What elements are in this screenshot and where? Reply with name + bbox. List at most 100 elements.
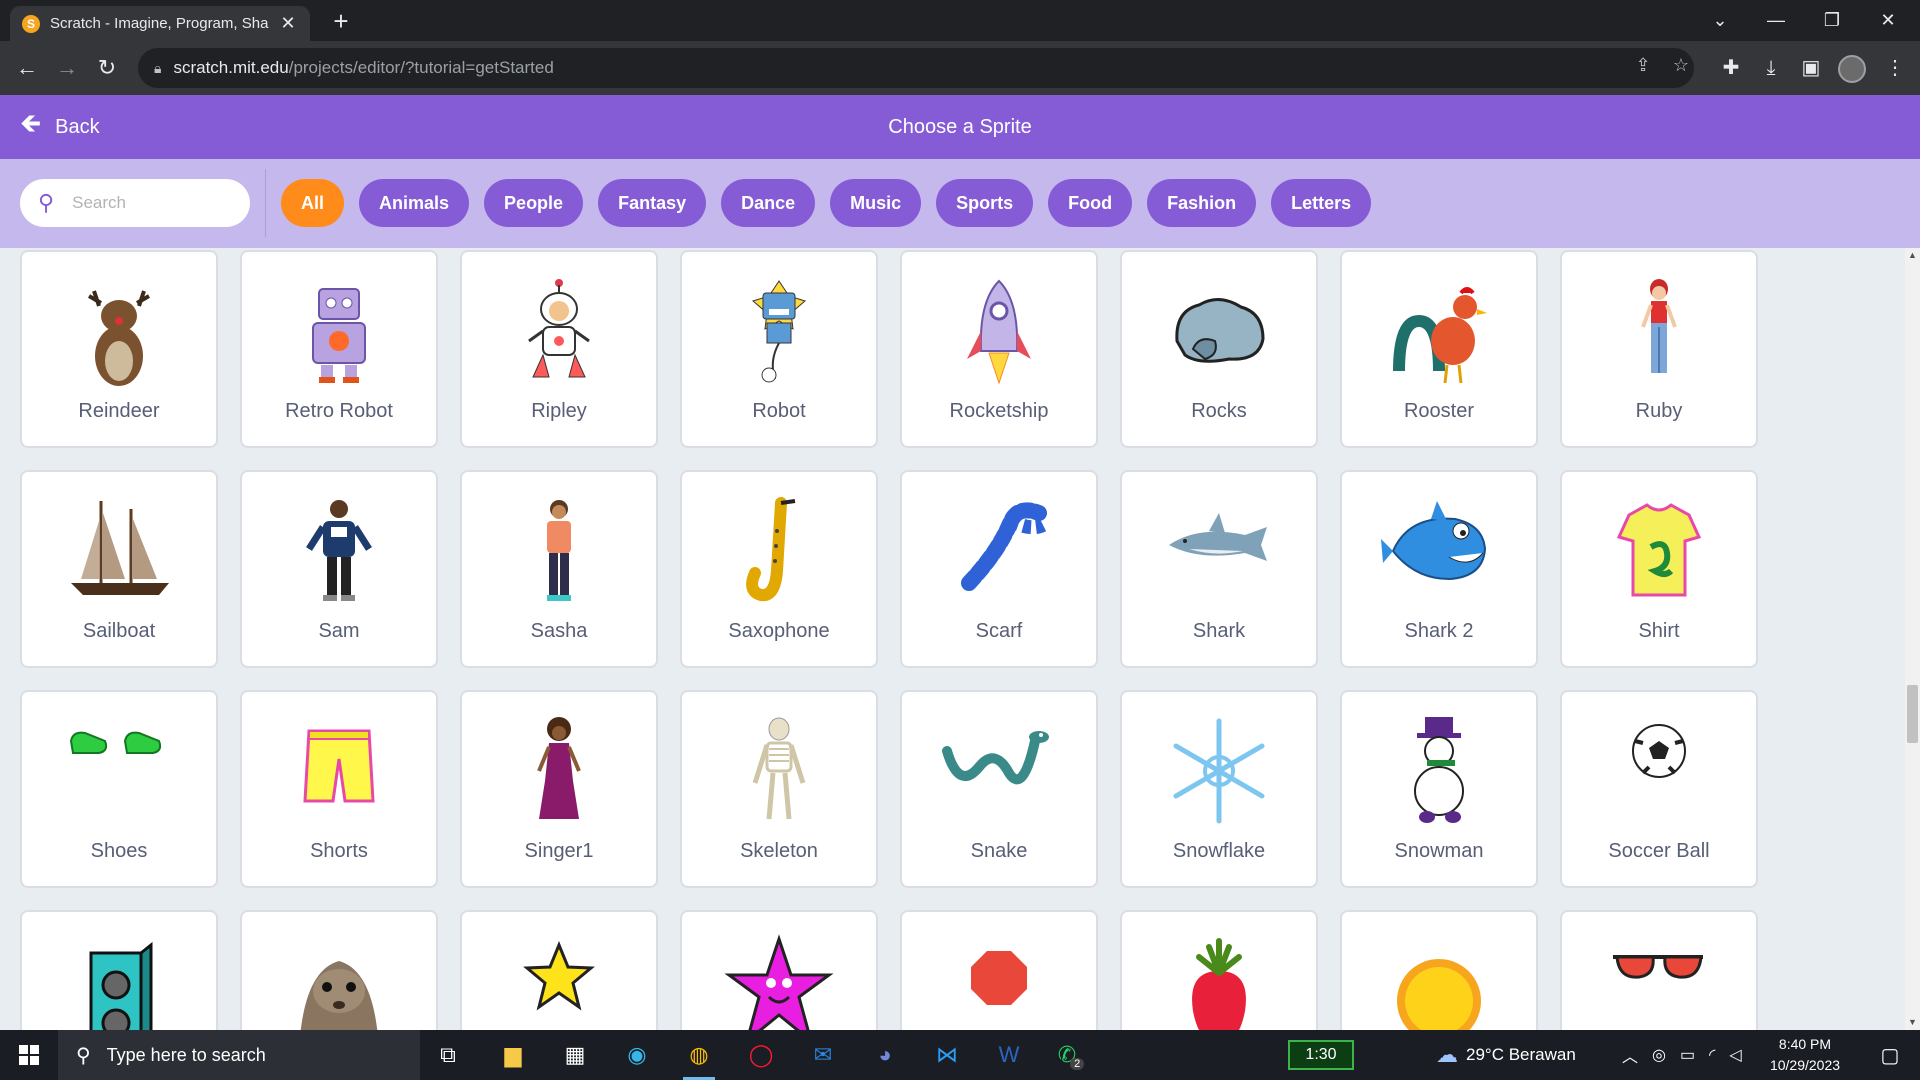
restore-button[interactable]: ❐ <box>1804 0 1860 41</box>
browser-tab[interactable]: S Scratch - Imagine, Program, Sha ✕ <box>10 6 310 41</box>
category-chip-sports[interactable]: Sports <box>936 179 1034 227</box>
sprite-card[interactable]: Retro Robot <box>240 250 438 448</box>
sprite-card[interactable]: Scarf <box>900 470 1098 668</box>
sprite-card[interactable]: Ruby <box>1560 250 1758 448</box>
back-button[interactable]: 🡸︎ Back <box>20 95 100 159</box>
minimize-button[interactable]: — <box>1748 0 1804 41</box>
download-icon[interactable]: ⤓ <box>1756 53 1786 83</box>
sprite-card[interactable] <box>240 910 438 1030</box>
sprite-card[interactable] <box>460 910 658 1030</box>
sprite-card[interactable]: Shoes <box>20 690 218 888</box>
sprite-card[interactable] <box>1340 910 1538 1030</box>
sprite-card[interactable]: Shorts <box>240 690 438 888</box>
sprite-card[interactable]: Rocketship <box>900 250 1098 448</box>
share-icon[interactable]: ⇪ <box>1630 55 1656 76</box>
taskbar-search[interactable]: ⚲ Type here to search <box>58 1030 420 1080</box>
sprite-card[interactable] <box>680 910 878 1030</box>
shark-icon <box>1122 486 1316 616</box>
notifications-icon[interactable]: ▢ <box>1862 1030 1918 1080</box>
category-chip-fashion[interactable]: Fashion <box>1147 179 1257 227</box>
search-input[interactable] <box>72 193 213 213</box>
extensions-icon[interactable]: ✚ <box>1716 53 1746 83</box>
opera-icon[interactable]: ◯ <box>733 1030 789 1080</box>
profile-avatar[interactable] <box>1838 55 1866 83</box>
whatsapp-icon[interactable]: ✆ 2 <box>1043 1030 1099 1080</box>
battery-icon[interactable]: ▭ <box>1680 1045 1695 1065</box>
weather-text: 29°C Berawan <box>1466 1045 1576 1064</box>
category-chip-animals[interactable]: Animals <box>359 179 470 227</box>
sprite-card[interactable]: Soccer Ball <box>1560 690 1758 888</box>
category-chip-music[interactable]: Music <box>830 179 922 227</box>
speaker-icon <box>22 926 216 1030</box>
timer-widget[interactable]: 1:30 <box>1288 1040 1354 1070</box>
new-tab-button[interactable]: + <box>326 6 356 36</box>
sprite-card[interactable]: Snowflake <box>1120 690 1318 888</box>
sprite-card[interactable] <box>1120 910 1318 1030</box>
forward-nav-icon[interactable]: → <box>50 51 84 85</box>
edge-icon[interactable]: ◉ <box>609 1030 665 1080</box>
sprite-card[interactable] <box>1560 910 1758 1030</box>
sprite-card[interactable]: Reindeer <box>20 250 218 448</box>
squirrel-icon <box>242 926 436 1030</box>
snowman-icon <box>1342 706 1536 836</box>
tab-title: Scratch - Imagine, Program, Sha <box>50 15 269 32</box>
sprite-card[interactable]: Shirt <box>1560 470 1758 668</box>
chrome-icon[interactable]: ◍ <box>671 1030 727 1080</box>
address-bar[interactable]: 🔒︎ scratch.mit.edu /projects/editor/?tut… <box>138 48 1694 88</box>
weather-widget[interactable]: ☁ 29°C Berawan <box>1436 1030 1576 1080</box>
sprite-card[interactable]: Singer1 <box>460 690 658 888</box>
snowflake-icon <box>1122 706 1316 836</box>
discord-icon[interactable]: ◕ <box>857 1030 913 1080</box>
reload-icon[interactable]: ↻ <box>90 51 124 85</box>
category-chip-people[interactable]: People <box>484 179 584 227</box>
category-chip-letters[interactable]: Letters <box>1271 179 1372 227</box>
mail-icon[interactable]: ✉ <box>795 1030 851 1080</box>
sprite-card[interactable]: Sam <box>240 470 438 668</box>
sprite-name: Rocketship <box>949 400 1049 422</box>
scroll-down-icon[interactable]: ▼ <box>1905 1015 1920 1030</box>
start-button[interactable] <box>0 1030 58 1080</box>
side-panel-icon[interactable]: ▣ <box>1796 53 1826 83</box>
sprite-name: Snake <box>970 840 1028 862</box>
sprite-card[interactable]: Robot <box>680 250 878 448</box>
scroll-thumb[interactable] <box>1907 685 1918 743</box>
wifi-icon[interactable]: ◜ <box>1709 1045 1715 1065</box>
sprite-card[interactable]: Ripley <box>460 250 658 448</box>
tab-close-icon[interactable]: ✕ <box>278 13 298 34</box>
search-box[interactable]: ⚲ <box>20 179 250 227</box>
meet-now-icon[interactable]: ◎ <box>1652 1045 1666 1065</box>
sprite-card[interactable]: Shark 2 <box>1340 470 1538 668</box>
sprite-card[interactable]: Skeleton <box>680 690 878 888</box>
sprite-card[interactable]: Snake <box>900 690 1098 888</box>
volume-icon[interactable]: ◁ <box>1729 1045 1741 1065</box>
scroll-up-icon[interactable]: ▲ <box>1905 248 1920 263</box>
close-window-button[interactable]: ✕ <box>1860 0 1916 41</box>
sprite-card[interactable]: Rooster <box>1340 250 1538 448</box>
category-chip-all[interactable]: All <box>281 179 345 227</box>
task-view-icon[interactable]: ⧉ <box>420 1030 476 1080</box>
sprite-card[interactable] <box>20 910 218 1030</box>
sprite-card[interactable]: Snowman <box>1340 690 1538 888</box>
sprite-card[interactable]: Rocks <box>1120 250 1318 448</box>
tray-chevron-icon[interactable]: ︿ <box>1622 1043 1638 1067</box>
sprite-card[interactable]: Saxophone <box>680 470 878 668</box>
taskbar-clock[interactable]: 8:40 PM 10/29/2023 <box>1760 1034 1850 1076</box>
back-nav-icon[interactable]: ← <box>10 51 44 85</box>
sprite-card[interactable]: Sailboat <box>20 470 218 668</box>
sprite-grid: Reindeer Retro Robot Ripley Robot Rocketship… <box>20 250 1758 1030</box>
category-chip-dance[interactable]: Dance <box>721 179 816 227</box>
category-chip-food[interactable]: Food <box>1048 179 1133 227</box>
grid-scrollbar[interactable]: ▲ ▼ <box>1905 248 1920 1030</box>
tab-search-chevron-icon[interactable]: ⌄ <box>1692 0 1748 41</box>
sprite-card[interactable]: Sasha <box>460 470 658 668</box>
library-header: 🡸︎ Back Choose a Sprite <box>0 95 1920 159</box>
vscode-icon[interactable]: ⋈ <box>919 1030 975 1080</box>
category-chip-fantasy[interactable]: Fantasy <box>598 179 707 227</box>
word-icon[interactable]: W <box>981 1030 1037 1080</box>
sprite-card[interactable]: Shark <box>1120 470 1318 668</box>
sprite-card[interactable] <box>900 910 1098 1030</box>
menu-kebab-icon[interactable]: ⋮ <box>1880 53 1910 83</box>
bookmark-star-icon[interactable]: ☆ <box>1668 55 1694 76</box>
microsoft-store-icon[interactable]: ▦ <box>547 1030 603 1080</box>
file-explorer-icon[interactable]: ▆ <box>485 1030 541 1080</box>
